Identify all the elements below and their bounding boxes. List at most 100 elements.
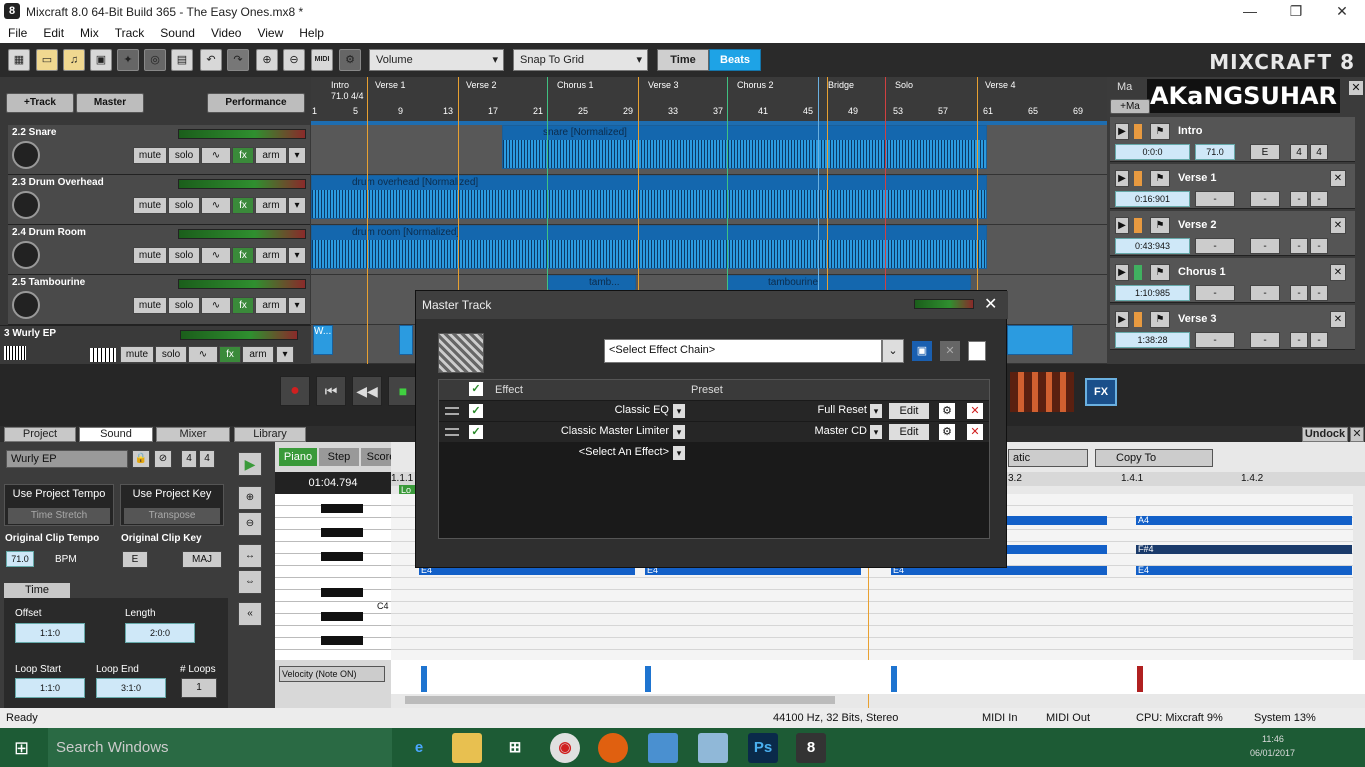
marker-chorus-2[interactable]: Chorus 2 — [737, 80, 774, 90]
clip-tambourine-2[interactable]: tambourine — [727, 275, 971, 290]
drag-handle-icon[interactable] — [445, 428, 459, 436]
edit-button[interactable]: Edit — [889, 403, 929, 419]
section-key[interactable]: E — [1250, 144, 1280, 160]
flag-icon[interactable]: ⚑ — [1150, 123, 1170, 140]
track-tambourine[interactable]: 2.5 Tambourine mute solo ∿ fx arm ▾ — [8, 275, 310, 325]
solo-button[interactable]: solo — [168, 197, 200, 214]
effect-name[interactable]: Classic EQ — [539, 404, 669, 416]
play-icon[interactable]: ▶ — [1115, 217, 1129, 234]
lane-drum-overhead[interactable]: drum overhead [Normalized] — [311, 175, 1107, 225]
midi-note[interactable]: F#4 — [1136, 545, 1352, 554]
clip-wurly[interactable]: W... — [313, 325, 333, 355]
time-toggle[interactable]: Time — [657, 49, 709, 71]
clip-wurly[interactable] — [1007, 325, 1073, 355]
section-key[interactable]: - — [1250, 285, 1280, 301]
marker-intro[interactable]: Intro — [331, 80, 349, 90]
menu-video[interactable]: Video — [203, 24, 249, 40]
chevron-down-icon[interactable]: ▾ — [288, 297, 306, 314]
expand-horizontal-icon[interactable]: ↔ — [238, 544, 262, 568]
black-key[interactable] — [321, 588, 363, 597]
length-field[interactable]: 2:0:0 — [125, 623, 195, 643]
master-button[interactable]: Master — [76, 93, 144, 113]
velocity-bar[interactable] — [891, 666, 897, 692]
disable-icon[interactable]: ⊘ — [154, 450, 172, 468]
snap-dropdown[interactable]: Snap To Grid — [513, 49, 648, 71]
section-tempo[interactable]: - — [1195, 238, 1235, 254]
track-snare[interactable]: 2.2 Snare mute solo ∿ fx arm ▾ — [8, 125, 310, 175]
shrink-horizontal-icon[interactable]: ⇔ — [238, 570, 262, 594]
marker-bridge[interactable]: Bridge — [828, 80, 854, 90]
play-button[interactable]: ■ — [388, 376, 418, 406]
zoom-in-icon[interactable]: ⊕ — [256, 49, 278, 71]
section-sig-denominator[interactable]: - — [1310, 332, 1328, 348]
color-swatch[interactable] — [1134, 265, 1142, 280]
track-drum-room[interactable]: 2.4 Drum Room mute solo ∿ fx arm ▾ — [8, 225, 310, 275]
master-fx-button[interactable]: FX — [1085, 378, 1117, 406]
marker-verse-1[interactable]: Verse 1 — [375, 80, 406, 90]
black-key[interactable] — [321, 504, 363, 513]
menu-view[interactable]: View — [249, 24, 291, 40]
mute-button[interactable]: mute — [133, 297, 167, 314]
section-sig-numerator[interactable]: - — [1290, 285, 1308, 301]
close-button[interactable]: ✕ — [1319, 0, 1365, 24]
original-key-dropdown[interactable]: E — [122, 551, 148, 568]
section-sig-denominator[interactable]: - — [1310, 191, 1328, 207]
automation-icon[interactable]: ∿ — [188, 346, 218, 363]
chevron-down-icon[interactable]: ▾ — [870, 404, 882, 418]
solo-button[interactable]: solo — [168, 247, 200, 264]
color-swatch[interactable] — [1134, 312, 1142, 327]
section-key[interactable]: - — [1250, 238, 1280, 254]
black-key[interactable] — [321, 636, 363, 645]
midi-note[interactable] — [1007, 545, 1107, 554]
marker-solo[interactable]: Solo — [895, 80, 913, 90]
rewind-to-start-button[interactable]: ⏮ — [316, 376, 346, 406]
open-folder-icon[interactable]: ▭ — [36, 49, 58, 71]
tab-sound[interactable]: Sound — [79, 427, 153, 442]
use-project-key-button[interactable]: Use Project Key — [121, 488, 223, 500]
play-icon[interactable]: ▶ — [1115, 170, 1129, 187]
undock-button[interactable]: Undock — [1302, 427, 1348, 442]
track-wurly-ep[interactable]: 3 Wurly EP mute solo ∿ fx arm ▾ — [0, 325, 311, 364]
enable-checkbox[interactable]: ✓ — [469, 404, 483, 418]
tab-library[interactable]: Library — [234, 427, 306, 442]
section-verse-2[interactable]: ▶ ⚑ Verse 2 ✕ 0:43:943 - - - - — [1110, 211, 1355, 256]
copy-to-dropdown[interactable]: Copy To — [1095, 449, 1213, 467]
sig-numerator[interactable]: 4 — [181, 450, 197, 468]
zoom-out-icon[interactable]: ⊖ — [238, 512, 262, 536]
color-swatch[interactable] — [1134, 171, 1142, 186]
black-key[interactable] — [321, 612, 363, 621]
section-time[interactable]: 0:16:901 — [1115, 191, 1190, 207]
effect-name[interactable]: Classic Master Limiter — [499, 425, 669, 437]
section-tempo[interactable]: - — [1195, 285, 1235, 301]
delete-section-icon[interactable]: ✕ — [1330, 311, 1346, 328]
chevron-down-icon[interactable]: ▾ — [673, 446, 685, 460]
scale-dropdown[interactable]: atic — [1008, 449, 1088, 467]
edit-button[interactable]: Edit — [889, 424, 929, 440]
section-sig-numerator[interactable]: - — [1290, 238, 1308, 254]
original-mode-dropdown[interactable]: MAJ — [182, 551, 222, 568]
undo-icon[interactable]: ↶ — [200, 49, 222, 71]
preset-name[interactable]: Full Reset — [769, 404, 867, 416]
tab-piano[interactable]: Piano — [279, 448, 317, 466]
gear-icon[interactable]: ⚙ — [939, 424, 955, 440]
velocity-lane[interactable] — [391, 660, 1365, 694]
section-sig-denominator[interactable]: - — [1310, 285, 1328, 301]
clip-wurly[interactable] — [399, 325, 413, 355]
fx-button[interactable]: fx — [232, 197, 254, 214]
maximize-button[interactable]: ❐ — [1273, 0, 1319, 24]
chevron-down-icon[interactable]: ▾ — [288, 247, 306, 264]
dialog-close-button[interactable]: ✕ — [984, 294, 997, 314]
marker-verse-3[interactable]: Verse 3 — [648, 80, 679, 90]
beats-toggle[interactable]: Beats — [709, 49, 761, 71]
effect-row[interactable]: ✓ Classic Master Limiter ▾ Master CD ▾ E… — [439, 422, 989, 442]
section-chorus-1[interactable]: ▶ ⚑ Chorus 1 ✕ 1:10:985 - - - - — [1110, 258, 1355, 303]
mute-button[interactable]: mute — [133, 247, 167, 264]
marker-verse-2[interactable]: Verse 2 — [466, 80, 497, 90]
mixcraft-taskbar-icon[interactable]: 8 — [796, 733, 826, 763]
original-tempo-field[interactable]: 71.0 — [6, 551, 34, 567]
velocity-dropdown[interactable]: Velocity (Note ON) — [279, 666, 385, 682]
gear-icon[interactable]: ⚙ — [939, 403, 955, 419]
section-sig-numerator[interactable]: - — [1290, 191, 1308, 207]
midi-note[interactable] — [1007, 516, 1107, 525]
mute-button[interactable]: mute — [133, 197, 167, 214]
